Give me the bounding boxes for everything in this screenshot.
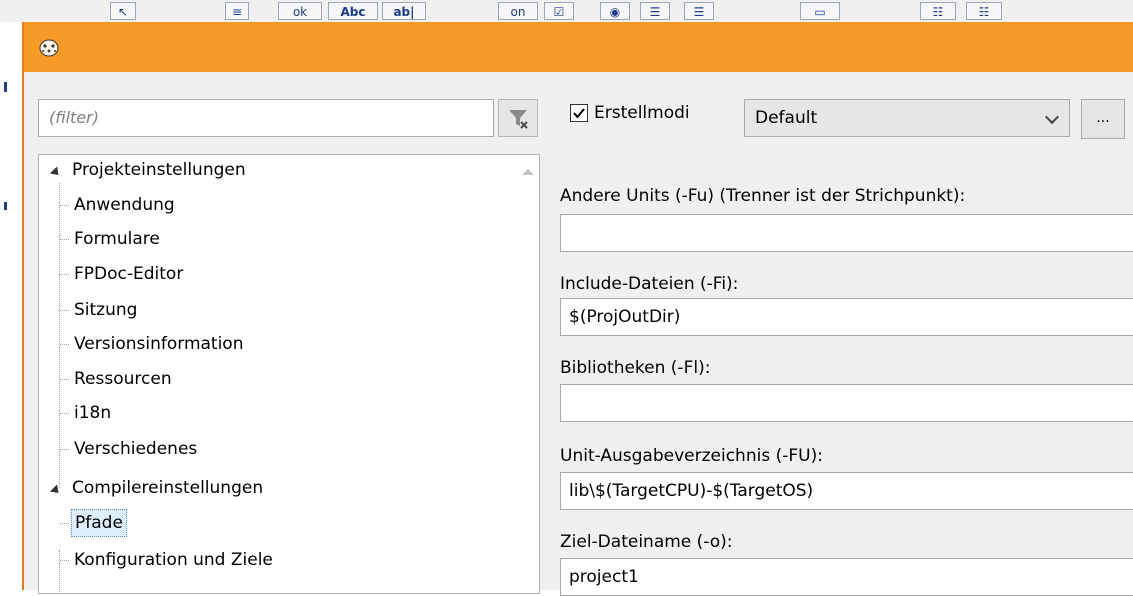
include-files-input[interactable]: $(ProjOutDir) xyxy=(560,298,1133,336)
dialog-titlebar[interactable] xyxy=(24,22,1133,72)
groupbox-tool-icon[interactable]: ☷ xyxy=(920,2,956,20)
include-files-label: Include-Dateien (-Fi): xyxy=(560,274,739,294)
tree-item-konfiguration-und-ziele[interactable]: Konfiguration und Ziele xyxy=(71,545,276,575)
libraries-label: Bibliotheken (-Fl): xyxy=(560,358,711,378)
tree-scrollbar[interactable] xyxy=(517,155,539,593)
unit-output-dir-input[interactable]: lib\$(TargetCPU)-$(TargetOS) xyxy=(560,472,1133,510)
background-ide-strip xyxy=(0,22,22,590)
other-units-label: Andere Units (-Fu) (Trenner ist der Stri… xyxy=(560,186,966,206)
build-modes-more-button[interactable]: ... xyxy=(1081,99,1125,139)
background-toolbar: ↖ ≡ ok Abc ab| on ☑ ◉ ☰ ☰ ▭ ☷ ☷ xyxy=(0,0,1133,22)
build-mode-select[interactable]: Default xyxy=(744,99,1070,137)
build-modes-checkbox[interactable] xyxy=(570,104,588,122)
tree-item-verschiedenes[interactable]: Verschiedenes xyxy=(71,434,200,464)
label-tool-abc[interactable]: Abc xyxy=(328,2,378,20)
tree-item-anwendung[interactable]: Anwendung xyxy=(71,190,178,220)
pointer-tool-icon[interactable]: ↖ xyxy=(110,2,136,20)
build-mode-value: Default xyxy=(755,108,818,128)
expand-arrow-icon[interactable] xyxy=(49,484,63,497)
scrollbar-tool-icon[interactable]: ▭ xyxy=(800,2,840,20)
build-modes-label[interactable]: Erstellmodi xyxy=(594,101,690,125)
filter-input[interactable]: (filter) xyxy=(38,99,494,137)
tree-item-fpdoc-editor[interactable]: FPDoc-Editor xyxy=(71,259,186,289)
options-tree[interactable]: Projekteinstellungen Anwendung Formulare… xyxy=(38,154,540,594)
tree-item-projekteinstellungen[interactable]: Projekteinstellungen xyxy=(69,155,249,185)
button-tool-ok[interactable]: ok xyxy=(278,2,322,20)
edit-tool-ab[interactable]: ab| xyxy=(382,2,426,20)
label-tool-icon[interactable]: ≡ xyxy=(225,2,249,20)
combobox-tool-icon[interactable]: ☰ xyxy=(684,2,714,20)
unit-output-dir-label: Unit-Ausgabeverzeichnis (-FU): xyxy=(560,446,823,466)
target-filename-label: Ziel-Dateiname (-o): xyxy=(560,532,733,552)
lazarus-cheetah-icon xyxy=(39,39,59,57)
tree-item-sitzung[interactable]: Sitzung xyxy=(71,295,140,325)
clear-filter-button[interactable] xyxy=(498,99,538,137)
tree-item-i18n[interactable]: i18n xyxy=(71,398,114,428)
listbox-tool-icon[interactable]: ☰ xyxy=(640,2,670,20)
checkmark-icon xyxy=(573,108,585,119)
expand-arrow-icon[interactable] xyxy=(49,166,63,179)
toggle-tool-on[interactable]: on xyxy=(498,2,538,20)
filter-placeholder: (filter) xyxy=(49,108,99,127)
target-filename-input[interactable]: project1 xyxy=(560,558,1133,596)
scroll-up-icon[interactable] xyxy=(522,169,534,175)
libraries-input[interactable] xyxy=(560,384,1133,422)
radio-tool-icon[interactable]: ◉ xyxy=(600,2,630,20)
tree-item-pfade[interactable]: Pfade xyxy=(71,508,127,538)
tree-item-formulare[interactable]: Formulare xyxy=(71,224,163,254)
chevron-down-icon xyxy=(1044,109,1060,125)
other-units-input[interactable] xyxy=(560,214,1133,252)
tree-item-compilereinstellungen[interactable]: Compilereinstellungen xyxy=(69,473,266,503)
project-options-dialog: (filter) Projekteinstellungen Anwendung … xyxy=(22,22,1133,596)
tree-item-versionsinformation[interactable]: Versionsinformation xyxy=(71,329,247,359)
checkbox-tool-icon[interactable]: ☑ xyxy=(544,2,574,20)
radiogroup-tool-icon[interactable]: ☷ xyxy=(966,2,1002,20)
filter-funnel-icon xyxy=(509,110,528,129)
tree-item-ressourcen[interactable]: Ressourcen xyxy=(71,364,175,394)
